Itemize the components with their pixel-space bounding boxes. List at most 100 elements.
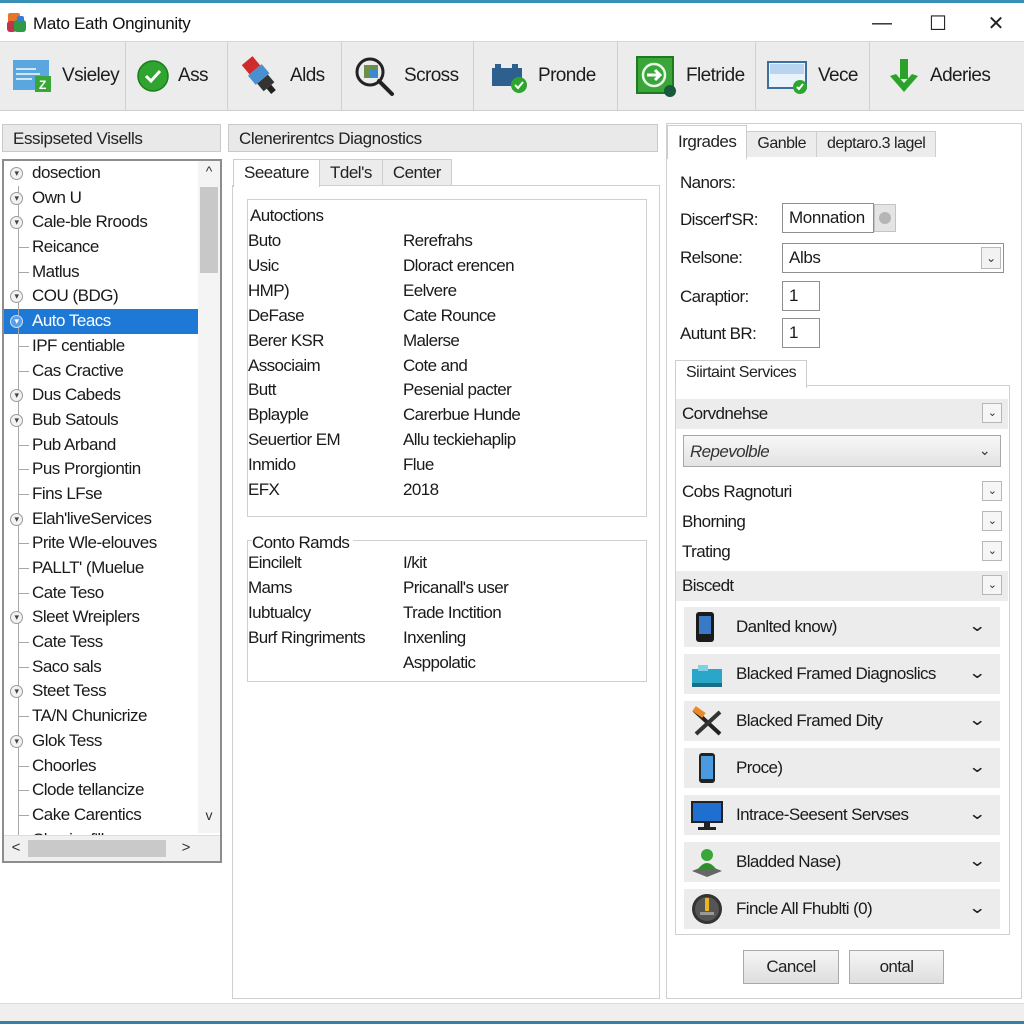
tree-item[interactable]: Matlus bbox=[4, 259, 198, 285]
chevron-down-icon[interactable]: ⌄ bbox=[982, 403, 1002, 423]
category-item[interactable]: Bladded Nase) ⌄ bbox=[684, 842, 1000, 882]
tab-tdels[interactable]: Tdel's bbox=[319, 159, 383, 185]
chevron-down-icon[interactable]: ⌄ bbox=[982, 511, 1002, 531]
scroll-right-arrow-icon[interactable]: > bbox=[176, 839, 196, 856]
scroll-thumb[interactable] bbox=[200, 187, 218, 273]
horizontal-scroll-thumb[interactable] bbox=[28, 840, 166, 857]
tab-ganble[interactable]: Ganble bbox=[746, 131, 817, 157]
discerf-sr-input[interactable]: Monnation bbox=[782, 203, 874, 233]
chevron-down-icon[interactable]: ⌄ bbox=[982, 575, 1002, 595]
tree-item[interactable]: Choorles bbox=[4, 753, 198, 779]
expand-toggle-icon[interactable]: ▾ bbox=[10, 315, 23, 329]
chevron-down-icon[interactable]: ⌄ bbox=[981, 247, 1001, 269]
tree-item[interactable]: ▾ Auto Teacs bbox=[4, 309, 198, 334]
tree-item[interactable]: Reicance bbox=[4, 235, 198, 260]
toolbar-button-pronde[interactable]: Pronde bbox=[474, 42, 618, 110]
tree-item[interactable]: ▾ Sleet Wreiplers bbox=[4, 605, 198, 631]
chevron-down-icon[interactable]: ⌄ bbox=[968, 616, 987, 636]
expand-toggle-icon[interactable]: ▾ bbox=[10, 734, 23, 748]
chevron-down-icon[interactable]: ⌄ bbox=[968, 804, 987, 824]
minimize-button[interactable]: — bbox=[854, 8, 910, 38]
chevron-down-icon[interactable]: ⌄ bbox=[968, 663, 987, 683]
tree-item[interactable]: ▾ COU (BDG) bbox=[4, 284, 198, 310]
tree-item[interactable]: Saco sals bbox=[4, 654, 198, 680]
category-item[interactable]: Proce) ⌄ bbox=[684, 748, 1000, 788]
toolbar-button-fletride[interactable]: Fletride bbox=[618, 42, 756, 110]
expand-toggle-icon[interactable]: ▾ bbox=[10, 512, 23, 526]
chevron-down-icon[interactable]: ⌄ bbox=[968, 757, 987, 777]
tree-item[interactable]: Cate Tess bbox=[4, 630, 198, 655]
scroll-down-arrow-icon[interactable]: v bbox=[198, 807, 220, 829]
autunt-br-input[interactable]: 1 bbox=[782, 318, 820, 348]
field-action-button[interactable] bbox=[874, 204, 896, 232]
chevron-down-icon[interactable]: ⌄ bbox=[968, 710, 987, 730]
tree-item-label: Sleet Wreiplers bbox=[32, 607, 140, 627]
toolbar-button-scross[interactable]: Scross bbox=[342, 42, 474, 110]
scroll-left-arrow-icon[interactable]: < bbox=[6, 839, 26, 856]
tree-branch-line bbox=[19, 444, 29, 446]
cancel-button[interactable]: Cancel bbox=[743, 950, 839, 984]
tab-seeature[interactable]: Seeature bbox=[233, 159, 320, 187]
toolbar-button-aderies[interactable]: Aderies bbox=[870, 42, 1024, 110]
expand-toggle-icon[interactable]: ▾ bbox=[10, 611, 23, 625]
service-row[interactable]: Biscedt ⌄ bbox=[676, 571, 1008, 601]
category-item[interactable]: Blacked Framed Dity ⌄ bbox=[684, 701, 1000, 741]
toolbar-button-ass[interactable]: Ass bbox=[126, 42, 228, 110]
service-row[interactable]: Cobs Ragnoturi ⌄ bbox=[676, 477, 1008, 507]
category-item[interactable]: Blacked Framed Diagnoslics ⌄ bbox=[684, 654, 1000, 694]
relsone-select[interactable]: Albs ⌄ bbox=[782, 243, 1004, 273]
service-row[interactable]: Trating ⌄ bbox=[676, 537, 1008, 567]
tree-item[interactable]: Prite Wle-elouves bbox=[4, 531, 198, 556]
chevron-down-icon[interactable]: ⌄ bbox=[982, 541, 1002, 561]
service-select[interactable]: Repevolble ⌄ bbox=[683, 435, 1001, 467]
tree-item[interactable]: Cas Cractive bbox=[4, 358, 198, 384]
tree-item[interactable]: Cate Teso bbox=[4, 580, 198, 606]
ok-button[interactable]: ontal bbox=[849, 950, 944, 984]
expand-toggle-icon[interactable]: ▾ bbox=[10, 389, 23, 403]
category-item[interactable]: Danlted know) ⌄ bbox=[684, 607, 1000, 647]
tree-item[interactable]: Clode tellancize bbox=[4, 778, 198, 803]
expand-toggle-icon[interactable]: ▾ bbox=[10, 685, 23, 699]
tree-item[interactable]: ▾ Own U bbox=[4, 185, 198, 211]
tree-item[interactable]: Fins LFse bbox=[4, 481, 198, 507]
toolbar-button-alds[interactable]: Alds bbox=[228, 42, 342, 110]
toolbar-button-vece[interactable]: Vece bbox=[756, 42, 870, 110]
tree-item[interactable]: ▾ Dus Cabeds bbox=[4, 383, 198, 408]
toolbar-button-vsieley[interactable]: Z Vsieley bbox=[0, 42, 126, 110]
green-check-circle-icon bbox=[137, 60, 169, 92]
expand-toggle-icon[interactable]: ▾ bbox=[10, 191, 23, 205]
close-button[interactable]: ✕ bbox=[968, 8, 1024, 38]
tree-item[interactable]: Pus Prorgiontin bbox=[4, 457, 198, 482]
tree-item[interactable]: ▾ Cale-ble Rroods bbox=[4, 210, 198, 236]
tree-item[interactable]: TA/N Chunicrize bbox=[4, 704, 198, 729]
tree-item[interactable]: ▾ Steet Tess bbox=[4, 679, 198, 705]
tree-item[interactable]: PALLT' (Muelue bbox=[4, 556, 198, 581]
tab-siirtaint-services[interactable]: Siirtaint Services bbox=[675, 360, 808, 388]
tab-center[interactable]: Center bbox=[381, 159, 452, 185]
service-row[interactable]: Corvdnehse ⌄ bbox=[676, 399, 1008, 429]
scroll-up-arrow-icon[interactable]: ^ bbox=[198, 163, 220, 185]
tree-item[interactable]: Cake Carentics bbox=[4, 802, 198, 828]
expand-toggle-icon[interactable]: ▾ bbox=[10, 216, 23, 230]
chevron-down-icon[interactable]: ⌄ bbox=[968, 851, 987, 871]
category-item[interactable]: Intrace-Seesent Servses ⌄ bbox=[684, 795, 1000, 835]
expand-toggle-icon[interactable]: ▾ bbox=[10, 167, 23, 180]
vertical-scrollbar[interactable]: ^ v bbox=[198, 161, 220, 833]
tree-item[interactable]: ▾ Elah'liveServices bbox=[4, 506, 198, 532]
service-row[interactable]: Bhorning ⌄ bbox=[676, 507, 1008, 537]
horizontal-scrollbar[interactable]: < > bbox=[4, 835, 220, 861]
tab-irgrades[interactable]: Irgrades bbox=[667, 125, 748, 159]
tree-item[interactable]: ▾ Glok Tess bbox=[4, 728, 198, 754]
chevron-down-icon[interactable]: ⌄ bbox=[968, 898, 987, 918]
tab-deptaro-lagel[interactable]: deptaro.3 lagel bbox=[815, 131, 937, 157]
maximize-button[interactable]: ☐ bbox=[910, 8, 966, 38]
chevron-down-icon[interactable]: ⌄ bbox=[982, 481, 1002, 501]
tree-item[interactable]: ▾ Bub Satouls bbox=[4, 407, 198, 433]
caraptior-input[interactable]: 1 bbox=[782, 281, 820, 311]
tree-item[interactable]: ▾ dosection bbox=[4, 161, 198, 186]
category-item[interactable]: Fincle All Fhublti (0) ⌄ bbox=[684, 889, 1000, 929]
expand-toggle-icon[interactable]: ▾ bbox=[10, 413, 23, 427]
expand-toggle-icon[interactable]: ▾ bbox=[10, 290, 23, 304]
tree-item[interactable]: Pub Arband bbox=[4, 432, 198, 458]
tree-item[interactable]: IPF centiable bbox=[4, 333, 198, 359]
